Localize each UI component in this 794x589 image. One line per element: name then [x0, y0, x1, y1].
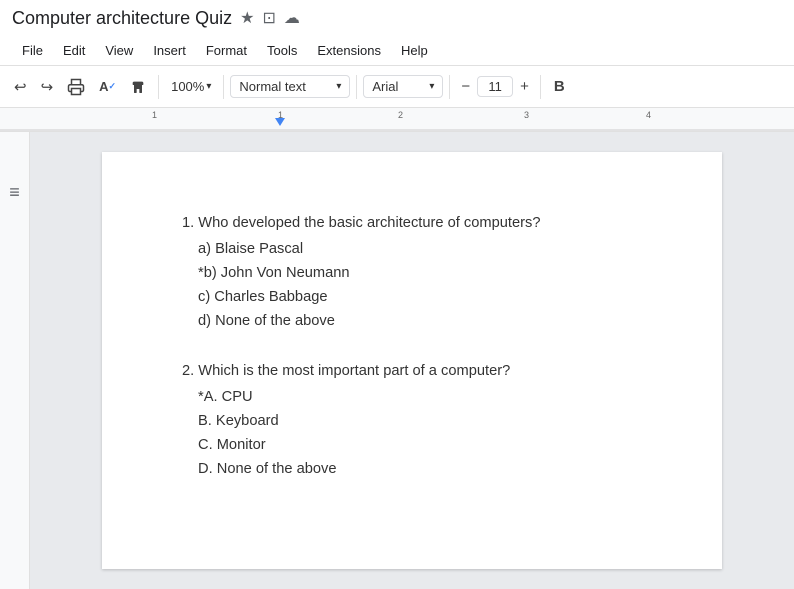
question-2-option-b: B. Keyboard: [198, 410, 642, 432]
font-label: Arial: [372, 79, 398, 94]
question-1-text: 1. Who developed the basic architecture …: [182, 212, 642, 234]
document-content: 1. Who developed the basic architecture …: [102, 152, 722, 569]
star-icon[interactable]: ★: [240, 8, 254, 28]
ruler: 1 1 2 3 4: [0, 108, 794, 132]
menu-tools[interactable]: Tools: [257, 39, 307, 62]
menu-edit[interactable]: Edit: [53, 39, 95, 62]
redo-button[interactable]: ↪: [35, 74, 60, 100]
question-2-option-a: *A. CPU: [198, 386, 642, 408]
font-size-value[interactable]: 11: [477, 76, 513, 97]
question-2-number: 2.: [182, 363, 198, 379]
spellcheck-button[interactable]: A✓: [93, 75, 122, 98]
sidebar-menu-icon[interactable]: ≡: [9, 182, 20, 203]
question-1-option-b: *b) John Von Neumann: [198, 262, 642, 284]
divider-1: [158, 75, 159, 99]
question-2-option-c: C. Monitor: [198, 434, 642, 456]
font-arrow: ▾: [429, 81, 434, 92]
undo-button[interactable]: ↩: [8, 74, 33, 100]
document-title: Computer architecture Quiz: [12, 8, 232, 29]
question-1-option-d: d) None of the above: [198, 310, 642, 332]
menu-help[interactable]: Help: [391, 39, 438, 62]
font-size-decrease[interactable]: −: [456, 76, 475, 97]
font-size-increase[interactable]: +: [515, 76, 534, 97]
toolbar: ↩ ↪ A✓ 100% ▾ Normal text ▾ Arial ▾ − 11…: [0, 66, 794, 108]
menu-view[interactable]: View: [95, 39, 143, 62]
zoom-label: 100%: [171, 79, 204, 94]
menu-bar: File Edit View Insert Format Tools Exten…: [0, 36, 794, 66]
style-label: Normal text: [239, 79, 305, 94]
zoom-control[interactable]: 100% ▾: [165, 77, 217, 96]
paintformat-button[interactable]: [124, 75, 152, 99]
divider-5: [540, 75, 541, 99]
question-1-body: Who developed the basic architecture of …: [198, 215, 540, 231]
question-2-text: 2. Which is the most important part of a…: [182, 360, 642, 382]
question-1-option-a: a) Blaise Pascal: [198, 238, 642, 260]
question-2-option-d: D. None of the above: [198, 458, 642, 480]
document-area[interactable]: 1. Who developed the basic architecture …: [30, 132, 794, 589]
font-size-control: − 11 +: [456, 76, 534, 97]
main-area: ≡ 1. Who developed the basic architectur…: [0, 132, 794, 589]
zoom-arrow: ▾: [206, 81, 211, 92]
cloud-icon[interactable]: ☁: [284, 8, 300, 28]
menu-extensions[interactable]: Extensions: [307, 39, 391, 62]
question-1-number: 1.: [182, 215, 198, 231]
folder-icon[interactable]: ⊡: [262, 8, 275, 28]
divider-4: [449, 75, 450, 99]
question-2-body: Which is the most important part of a co…: [198, 363, 510, 379]
print-button[interactable]: [61, 74, 91, 100]
menu-insert[interactable]: Insert: [143, 39, 196, 62]
ruler-canvas: 1 1 2 3 4: [0, 108, 794, 131]
menu-file[interactable]: File: [12, 39, 53, 62]
style-dropdown[interactable]: Normal text ▾: [230, 75, 350, 98]
question-2: 2. Which is the most important part of a…: [182, 360, 642, 480]
title-bar: Computer architecture Quiz ★ ⊡ ☁: [0, 0, 794, 36]
question-1-option-c: c) Charles Babbage: [198, 286, 642, 308]
sidebar: ≡: [0, 132, 30, 589]
style-arrow: ▾: [336, 81, 341, 92]
menu-format[interactable]: Format: [196, 39, 257, 62]
divider-2: [223, 75, 224, 99]
font-dropdown[interactable]: Arial ▾: [363, 75, 443, 98]
divider-3: [356, 75, 357, 99]
question-1: 1. Who developed the basic architecture …: [182, 212, 642, 332]
bold-button[interactable]: B: [547, 75, 572, 98]
ruler-ticks: [0, 108, 794, 131]
